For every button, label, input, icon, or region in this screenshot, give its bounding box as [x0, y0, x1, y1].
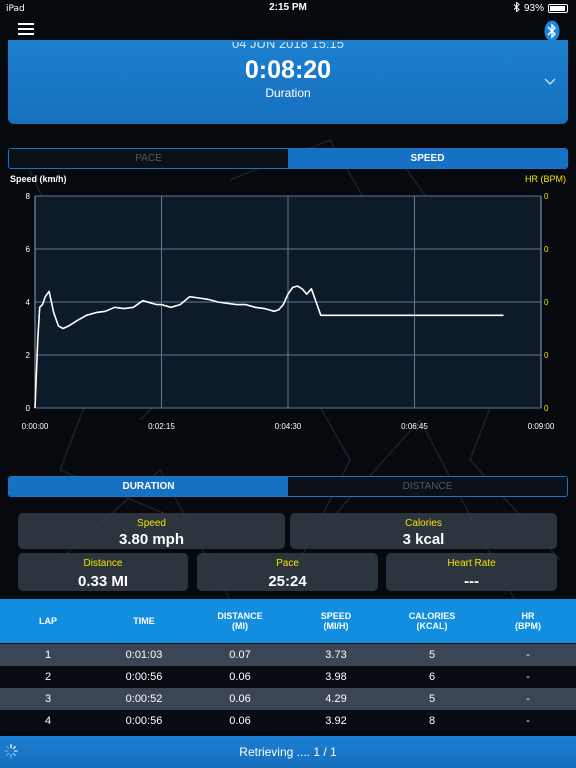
table-row[interactable]: 4 0:00:56 0.06 3.92 8 - [0, 710, 576, 732]
pace-stat: Pace 25:24 [197, 553, 378, 591]
col-time[interactable]: TIME [96, 599, 192, 643]
bluetooth-icon[interactable] [544, 20, 560, 42]
lap-speed: 3.98 [325, 671, 347, 683]
distance-stat-value: 0.33 MI [77, 573, 129, 590]
menu-icon[interactable] [18, 23, 34, 36]
table-row[interactable]: 1 0:01:03 0.07 3.73 5 - [0, 644, 576, 666]
tab-distance[interactable]: DISTANCE [288, 477, 567, 496]
speed-stat-value: 3.80 mph [118, 531, 185, 548]
col-distance[interactable]: DISTANCE (MI) [192, 599, 288, 643]
tab-pace[interactable]: PACE [9, 149, 288, 168]
x-tick-label: 0:02:15 [148, 422, 175, 431]
lap-time: 0:00:56 [125, 671, 163, 683]
y-tick-label-left: 2 [26, 351, 31, 360]
x-tick-label: 0:06:45 [401, 422, 428, 431]
tab-duration[interactable]: DURATION [9, 477, 288, 496]
lap-speed: 4.29 [325, 693, 347, 705]
lap-table-body: 1 0:01:03 0.07 3.73 5 - 2 0:00:56 0.06 3… [0, 644, 576, 732]
lap-time: 0:00:56 [125, 715, 163, 727]
heart-rate-stat-value: --- [464, 573, 479, 590]
lap-hr: - [526, 693, 530, 705]
lap-hr: - [526, 671, 530, 683]
speed-chart: 0:00:00 0:02:15 0:04:30 0:06:45 0:09:00 0 0 2 0 4… [22, 192, 555, 431]
battery-percent: 93% [523, 3, 544, 14]
lap-number: 4 [44, 715, 52, 727]
y-tick-label-right: 0 [544, 192, 549, 201]
lap-number: 3 [44, 693, 52, 705]
battery-icon [548, 4, 568, 13]
tab-speed[interactable]: SPEED [288, 149, 567, 168]
lap-distance: 0.06 [229, 715, 251, 727]
duration-label: Duration [265, 86, 311, 100]
calories-stat: Calories 3 kcal [290, 513, 557, 549]
lap-calories: 5 [428, 693, 436, 705]
lap-number: 2 [44, 671, 52, 683]
lap-calories: 6 [428, 671, 436, 683]
workout-date: 04 JUN 2018 15:15 [231, 42, 345, 51]
x-tick-label: 0:09:00 [528, 422, 555, 431]
lap-number: 1 [44, 649, 52, 661]
speed-stat: Speed 3.80 mph [18, 513, 285, 549]
calories-stat-value: 3 kcal [402, 531, 445, 548]
lap-time: 0:01:03 [125, 649, 163, 661]
calories-stat-label: Calories [405, 518, 442, 529]
lap-speed: 3.92 [325, 715, 347, 727]
speed-stat-label: Speed [137, 518, 166, 529]
lap-distance: 0.06 [229, 693, 251, 705]
lap-calories: 5 [428, 649, 436, 661]
x-tick-label: 0:00:00 [22, 422, 49, 431]
x-tick-label: 0:04:30 [275, 422, 302, 431]
y-tick-label-left: 0 [26, 404, 31, 413]
distance-stat-label: Distance [83, 558, 123, 569]
lap-table-header: LAP TIME DISTANCE (MI) SPEED (MI/H) CALO… [0, 599, 576, 643]
y-tick-label-left: 6 [26, 245, 31, 254]
distance-stat: Distance 0.33 MI [18, 553, 188, 591]
status-bar: iPad 2:15 PM 93% [0, 0, 576, 14]
metric-tabs: PACE SPEED [8, 148, 568, 169]
lap-calories: 8 [428, 715, 436, 727]
lap-hr: - [526, 715, 530, 727]
chevron-down-icon[interactable] [544, 78, 556, 86]
y-tick-label-right: 0 [544, 351, 549, 360]
heart-rate-stat: Heart Rate --- [386, 553, 557, 591]
heart-rate-stat-label: Heart Rate [447, 558, 496, 569]
retrieving-status: Retrieving .... 1 / 1 [239, 745, 337, 759]
summary-card[interactable]: 04 JUN 2018 15:15 0:08:20 Duration [8, 40, 568, 124]
view-tabs: DURATION DISTANCE [8, 476, 568, 497]
lap-speed: 3.73 [325, 649, 347, 661]
right-axis-label: HR (BPM) [525, 174, 566, 184]
lap-hr: - [526, 649, 530, 661]
y-tick-label-left: 4 [26, 298, 31, 307]
y-tick-label-left: 8 [26, 192, 31, 201]
status-time: 2:15 PM [269, 2, 307, 13]
y-tick-label-right: 0 [544, 245, 549, 254]
lap-distance: 0.07 [229, 649, 251, 661]
battery-fill [550, 6, 565, 11]
table-row[interactable]: 2 0:00:56 0.06 3.98 6 - [0, 666, 576, 688]
table-row[interactable]: 3 0:00:52 0.06 4.29 5 - [0, 688, 576, 710]
pace-stat-label: Pace [276, 558, 299, 569]
lap-time: 0:00:52 [125, 693, 163, 705]
col-lap[interactable]: LAP [0, 599, 96, 643]
lap-distance: 0.06 [229, 671, 251, 683]
pace-stat-value: 25:24 [268, 573, 307, 590]
y-tick-label-right: 0 [544, 404, 549, 413]
retrieving-bar: Retrieving .... 1 / 1 [0, 736, 576, 768]
y-tick-label-right: 0 [544, 298, 549, 307]
col-hr[interactable]: HR (BPM) [480, 599, 576, 643]
col-speed[interactable]: SPEED (MI/H) [288, 599, 384, 643]
col-calories[interactable]: CALORIES (KCAL) [384, 599, 480, 643]
left-axis-label: Speed (km/h) [10, 174, 67, 184]
bluetooth-status-icon [513, 1, 520, 15]
duration-value: 0:08:20 [244, 56, 332, 84]
